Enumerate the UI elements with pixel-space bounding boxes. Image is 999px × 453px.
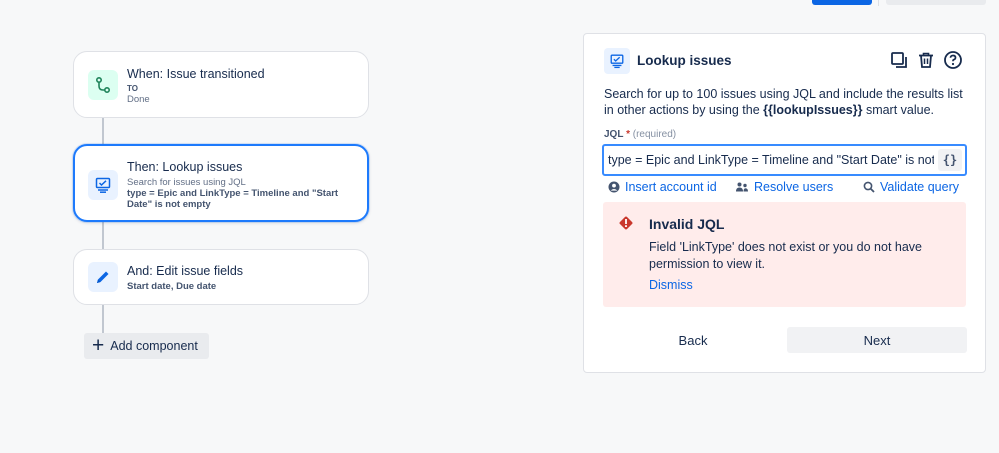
add-component-button[interactable]: + Add component xyxy=(84,333,209,359)
next-button[interactable]: Next xyxy=(787,327,967,353)
lookup-icon xyxy=(604,48,630,74)
plus-icon: + xyxy=(92,334,105,357)
header-secondary-button[interactable] xyxy=(886,0,986,5)
required-mark: * xyxy=(626,129,630,140)
panel-title: Lookup issues xyxy=(637,53,732,68)
resolve-users-label: Resolve users xyxy=(754,180,834,194)
trigger-card[interactable]: When: Issue transitioned TO Done xyxy=(73,51,369,118)
panel-description: Search for up to 100 issues using JQL an… xyxy=(604,86,969,118)
jql-input[interactable] xyxy=(604,153,934,167)
trash-icon[interactable] xyxy=(915,49,936,70)
edit-fields-title: And: Edit issue fields xyxy=(127,264,244,278)
error-message-box: Invalid JQL Field 'LinkType' does not ex… xyxy=(603,202,966,307)
panel-toolbar xyxy=(888,49,963,70)
error-icon xyxy=(618,215,634,236)
copy-icon[interactable] xyxy=(888,49,909,70)
trigger-status: Done xyxy=(127,94,150,105)
dismiss-link[interactable]: Dismiss xyxy=(649,278,693,292)
required-text: (required) xyxy=(632,129,677,140)
lookup-action-title: Then: Lookup issues xyxy=(127,160,243,174)
flow-connector xyxy=(102,222,104,250)
lookup-action-detail: type = Epic and LinkType = Timeline and … xyxy=(127,188,339,210)
jql-input-wrapper: {} xyxy=(602,144,967,176)
header-divider xyxy=(878,0,879,6)
flow-connector xyxy=(102,305,104,333)
add-component-label: Add component xyxy=(110,339,198,353)
pencil-icon xyxy=(88,262,118,292)
user-icon xyxy=(608,181,620,193)
insert-account-id-label: Insert account id xyxy=(625,180,717,194)
lookup-action-subtitle: Search for issues using JQL xyxy=(127,177,246,188)
lookup-config-panel: Lookup issues Search for up to 100 issue… xyxy=(583,33,986,373)
smart-value-button[interactable]: {} xyxy=(938,149,962,171)
error-text: Field 'LinkType' does not exist or you d… xyxy=(649,240,922,271)
lookup-icon xyxy=(88,170,118,200)
edit-fields-detail: Start date, Due date xyxy=(127,281,217,292)
back-button[interactable]: Back xyxy=(603,327,783,353)
edit-fields-card[interactable]: And: Edit issue fields Start date, Due d… xyxy=(73,249,369,305)
header-primary-button[interactable] xyxy=(812,0,872,5)
transition-icon xyxy=(88,70,118,100)
jql-label-text: JQL xyxy=(604,129,624,140)
trigger-label-to: TO xyxy=(127,84,138,93)
resolve-users-link[interactable]: Resolve users xyxy=(735,180,833,194)
trigger-title: When: Issue transitioned xyxy=(127,67,265,81)
insert-account-id-link[interactable]: Insert account id xyxy=(608,180,717,194)
jql-helper-links: Insert account id Resolve users Validate… xyxy=(608,180,960,196)
flow-connector xyxy=(102,118,104,146)
smart-value-text: {{lookupIssues}} xyxy=(763,103,863,117)
error-title: Invalid JQL xyxy=(649,216,725,232)
description-text-end: smart value. xyxy=(862,103,935,117)
validate-query-label: Validate query xyxy=(880,180,959,194)
validate-query-link[interactable]: Validate query xyxy=(863,180,959,194)
search-icon xyxy=(863,181,875,193)
lookup-action-card[interactable]: Then: Lookup issues Search for issues us… xyxy=(73,144,369,222)
jql-label: JQL * (required) xyxy=(604,129,676,140)
help-icon[interactable] xyxy=(942,49,963,70)
people-icon xyxy=(736,182,748,192)
